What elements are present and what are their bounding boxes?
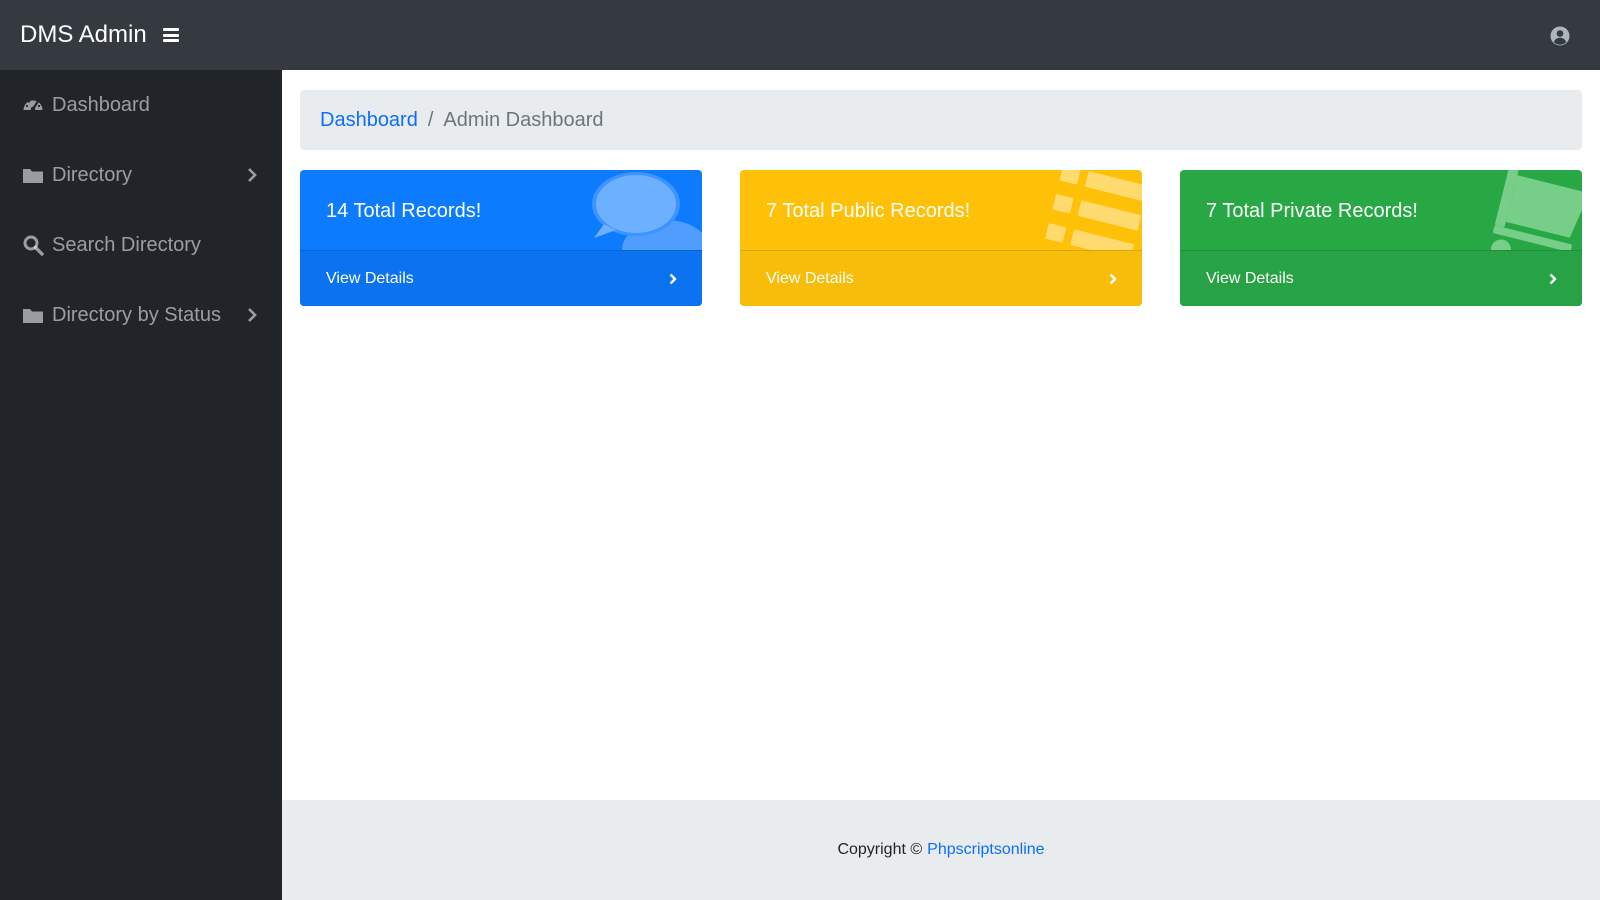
main-content: Dashboard / Admin Dashboard 14 Total Rec… [282, 70, 1600, 800]
view-details-label: View Details [326, 269, 414, 287]
folder-icon [23, 309, 43, 323]
card-title: 7 Total Private Records! [1206, 200, 1418, 222]
chevron-right-icon [1109, 273, 1117, 284]
breadcrumb-active: Admin Dashboard [443, 108, 604, 131]
chevron-right-icon [669, 273, 677, 284]
view-details-link[interactable]: View Details [740, 250, 1142, 306]
sidebar-item-label: Directory [52, 163, 133, 186]
hamburger-icon[interactable] [162, 28, 179, 42]
sidebar: Dashboard Directory Search Directory Dir… [0, 70, 282, 900]
card-title: 7 Total Public Records! [766, 200, 971, 222]
view-details-label: View Details [766, 269, 854, 287]
sidebar-item-label: Dashboard [52, 93, 150, 116]
page-footer: Copyright © Phpscriptsonline [282, 800, 1600, 900]
sidebar-item-dashboard[interactable]: Dashboard [0, 70, 282, 140]
user-circle-icon[interactable] [1550, 26, 1570, 46]
card-total-records: 14 Total Records! View Details [300, 170, 702, 306]
sidebar-item-label: Search Directory [52, 233, 201, 256]
breadcrumb: Dashboard / Admin Dashboard [300, 90, 1582, 150]
sidebar-item-directory[interactable]: Directory [0, 140, 282, 210]
breadcrumb-link-dashboard[interactable]: Dashboard [320, 109, 418, 132]
sidebar-item-search-directory[interactable]: Search Directory [0, 210, 282, 280]
card-private-records: 7 Total Private Records! View Details [1180, 170, 1582, 306]
copyright-text: Copyright © [837, 841, 923, 858]
chevron-right-icon [248, 168, 257, 182]
chevron-right-icon [1549, 273, 1557, 284]
footer-link[interactable]: Phpscriptsonline [927, 841, 1044, 859]
chevron-right-icon [248, 308, 257, 322]
folder-icon [23, 169, 43, 183]
card-title: 14 Total Records! [326, 200, 482, 222]
sidebar-item-directory-by-status[interactable]: Directory by Status [0, 280, 282, 350]
view-details-label: View Details [1206, 269, 1294, 287]
breadcrumb-separator: / [427, 108, 434, 131]
sidebar-item-label: Directory by Status [52, 303, 221, 326]
view-details-link[interactable]: View Details [300, 250, 702, 306]
card-public-records: 7 Total Public Records! View Details [740, 170, 1142, 306]
search-icon [23, 235, 44, 256]
view-details-link[interactable]: View Details [1180, 250, 1582, 306]
brand-title[interactable]: DMS Admin [20, 21, 147, 49]
tachometer-icon [23, 98, 43, 112]
top-navbar: DMS Admin [0, 0, 1600, 70]
